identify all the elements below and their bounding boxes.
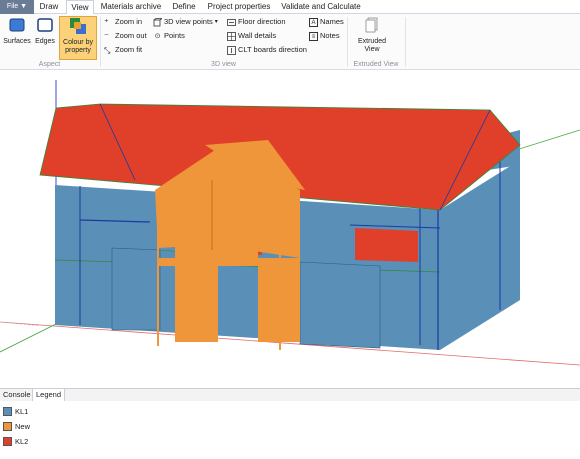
colour-by-property-button[interactable]: Colour by property (59, 16, 97, 60)
tab-view[interactable]: View (66, 0, 94, 15)
floor-direction-icon (227, 18, 236, 26)
edges-button[interactable]: Edges (32, 16, 58, 46)
notes-button[interactable]: ≡ Notes (309, 30, 340, 42)
wall-details-icon (227, 31, 236, 41)
lower-panel[interactable] (299, 261, 381, 349)
lower-panel[interactable] (111, 247, 161, 331)
legend-swatch (3, 421, 12, 431)
ribbon-tab-bar: File ▼ Draw View Materials archive Defin… (0, 0, 580, 15)
3d-view-points-button[interactable]: 3D view points ▾ (153, 16, 218, 28)
legend-swatch (3, 436, 12, 446)
surfaces-icon (9, 18, 25, 32)
colour-by-property-label-1: Colour by (63, 39, 93, 46)
separator (100, 17, 101, 67)
points-label: Points (164, 31, 185, 40)
zoom-out-label: Zoom out (115, 31, 147, 40)
aspect-group-label: Aspect (38, 61, 61, 68)
ribbon-panel: Surfaces Edges Colour by property Aspect… (0, 14, 580, 70)
colour-by-property-label-2: property (65, 47, 91, 54)
legend-swatch (3, 406, 12, 416)
extruded-view-icon (365, 17, 378, 33)
notes-label: Notes (320, 31, 340, 40)
extruded-group-label: Extruded View (353, 61, 399, 68)
new-porch-floor[interactable] (158, 258, 300, 266)
names-button[interactable]: A Names (309, 16, 344, 28)
tab-validate-calculate[interactable]: Validate and Calculate (280, 0, 362, 14)
3d-view-group-label: 3D view (211, 61, 236, 68)
legend-label: KL2 (15, 436, 29, 446)
zoom-fit-button[interactable]: ⤡ Zoom fit (104, 44, 142, 56)
colour-by-property-icon (70, 18, 86, 34)
floor-direction-label: Floor direction (238, 17, 286, 26)
legend-label: New (15, 421, 31, 431)
names-label: Names (320, 17, 344, 26)
wall-details-label: Wall details (238, 31, 277, 40)
zoom-in-button[interactable]: ⁺ Zoom in (104, 16, 142, 28)
zoom-fit-icon: ⤡ (104, 45, 111, 55)
separator (347, 17, 348, 67)
zoom-out-icon: ⁻ (104, 30, 109, 41)
zoom-in-icon: ⁺ (104, 16, 109, 27)
cube-icon (153, 17, 162, 26)
extruded-label-2: View (364, 46, 380, 53)
legend-item-kl2: KL2 (3, 435, 28, 447)
legend-item-kl1: KL1 (3, 405, 28, 417)
separator (405, 17, 406, 67)
building-model[interactable] (0, 70, 580, 388)
extruded-label-1: Extruded (357, 38, 387, 45)
tab-project-properties[interactable]: Project properties (204, 0, 274, 14)
file-menu-button[interactable]: File ▼ (0, 0, 34, 14)
surfaces-label: Surfaces (3, 38, 31, 45)
names-icon: A (309, 17, 318, 27)
points-button[interactable]: ⊙ Points (153, 30, 185, 42)
wall-details-button[interactable]: Wall details (227, 30, 276, 42)
clt-boards-icon (227, 45, 236, 55)
new-porch-wall[interactable] (175, 262, 218, 342)
edges-icon (37, 18, 53, 32)
legend-label: KL1 (15, 406, 29, 416)
tab-define[interactable]: Define (170, 0, 198, 14)
bottom-panel-tabs: Console Legend (0, 388, 580, 402)
chevron-down-icon: ▾ (214, 19, 218, 25)
legend-item-new: New (3, 420, 30, 432)
y-axis-line (0, 321, 61, 353)
clt-boards-direction-button[interactable]: CLT boards direction (227, 44, 307, 56)
3d-view-points-label: 3D view points (164, 17, 213, 26)
window-panel-red[interactable] (355, 228, 418, 262)
clt-boards-label: CLT boards direction (238, 45, 307, 54)
surfaces-button[interactable]: Surfaces (3, 16, 31, 46)
tab-draw[interactable]: Draw (36, 0, 62, 14)
tab-materials-archive[interactable]: Materials archive (98, 0, 164, 14)
edges-label: Edges (35, 38, 55, 45)
extruded-view-button[interactable]: Extruded View (352, 16, 392, 54)
3d-viewport[interactable] (0, 70, 580, 388)
zoom-out-button[interactable]: ⁻ Zoom out (104, 30, 147, 42)
legend-panel: KL1 New KL2 (0, 401, 580, 459)
floor-direction-button[interactable]: Floor direction (227, 16, 286, 28)
zoom-in-label: Zoom in (115, 17, 143, 26)
notes-icon: ≡ (309, 31, 318, 41)
points-icon: ⊙ (154, 32, 161, 40)
zoom-fit-label: Zoom fit (115, 45, 143, 54)
